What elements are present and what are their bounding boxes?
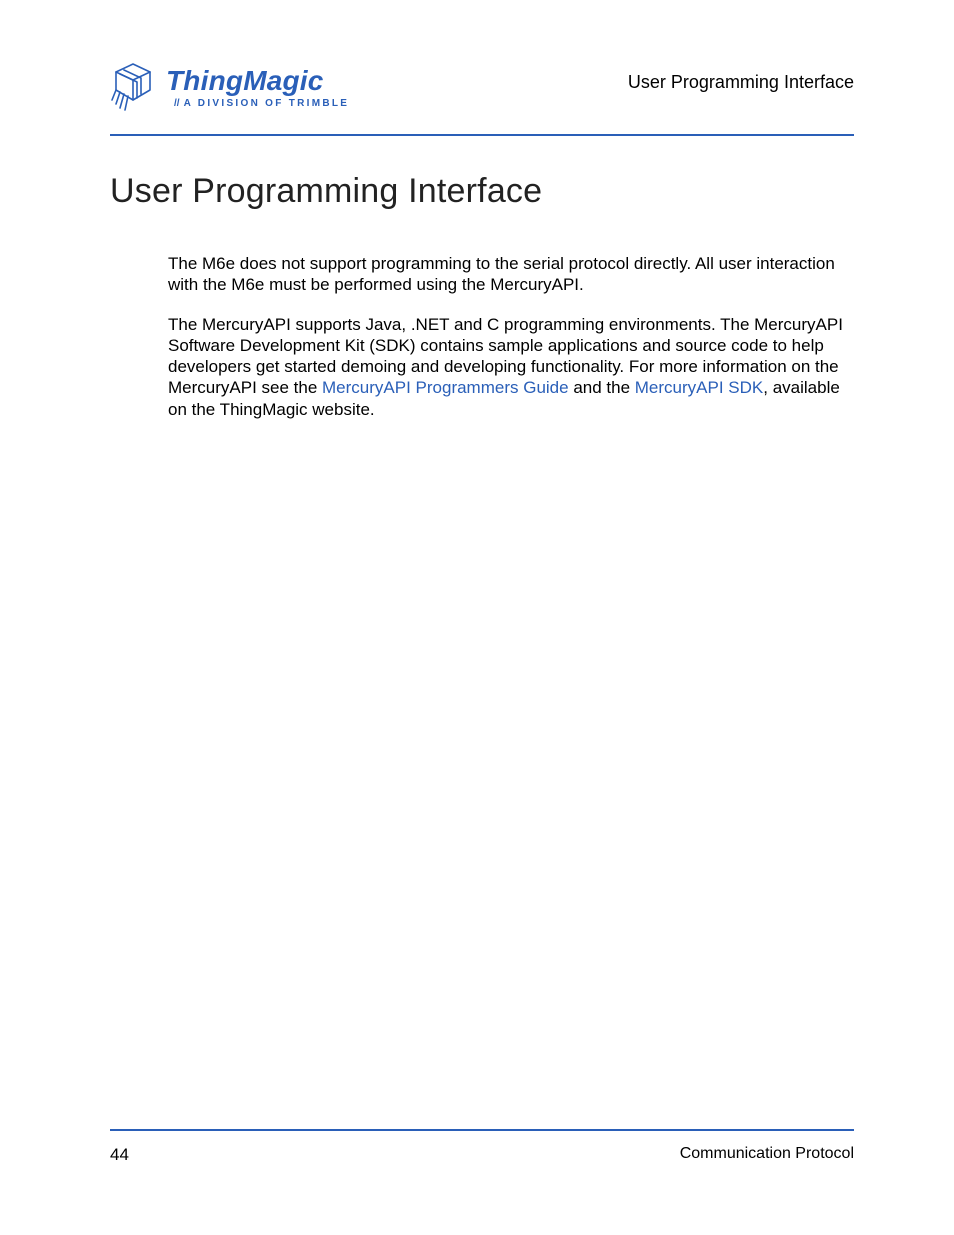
mercuryapi-sdk-link[interactable]: MercuryAPI SDK [635,378,763,397]
footer-chapter-title: Communication Protocol [680,1145,854,1165]
page-number: 44 [110,1145,129,1165]
paragraph-2: The MercuryAPI supports Java, .NET and C… [168,314,854,420]
brand-text: ThingMagic // A DIVISION OF TRIMBLE [166,67,349,109]
thingmagic-cube-icon [110,60,156,116]
brand-tagline: // A DIVISION OF TRIMBLE [174,99,349,109]
document-page: ThingMagic // A DIVISION OF TRIMBLE User … [0,0,954,1235]
brand-name: ThingMagic [166,67,349,95]
tagline-slashes: // [174,98,180,109]
mercuryapi-guide-link[interactable]: MercuryAPI Programmers Guide [322,378,569,397]
body-content: The M6e does not support programming to … [168,253,854,420]
brand-logo: ThingMagic // A DIVISION OF TRIMBLE [110,60,349,116]
tagline-text: A DIVISION OF TRIMBLE [184,98,350,109]
page-footer: 44 Communication Protocol [110,1129,854,1165]
page-title: User Programming Interface [110,172,854,211]
page-header: ThingMagic // A DIVISION OF TRIMBLE User … [110,60,854,136]
para2-text-b: and the [569,378,635,397]
paragraph-1: The M6e does not support programming to … [168,253,854,296]
header-section-title: User Programming Interface [628,72,854,93]
